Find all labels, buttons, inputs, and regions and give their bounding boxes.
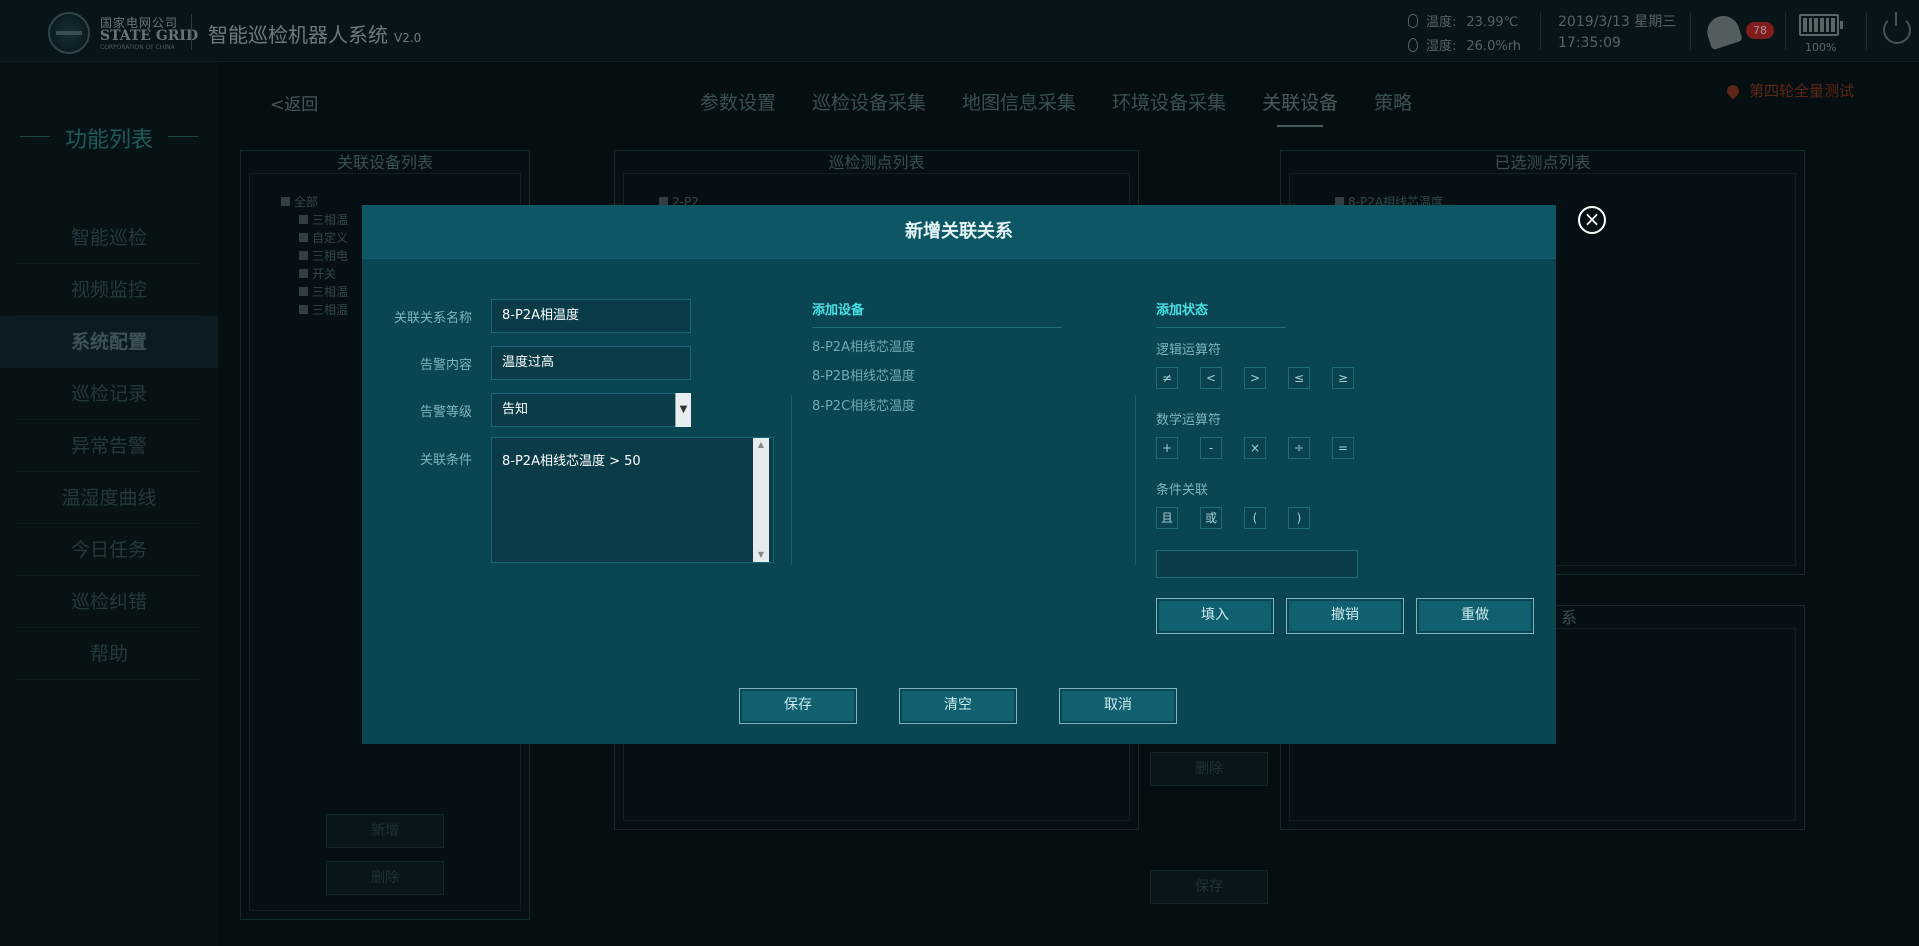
- op-divide-button[interactable]: ÷: [1288, 437, 1310, 459]
- state-value-input[interactable]: [1156, 550, 1358, 578]
- op-plus-button[interactable]: +: [1156, 437, 1178, 459]
- alarm-content-label: 告警内容: [419, 358, 472, 373]
- add-device-title: 添加设备: [812, 303, 865, 318]
- condition-scrollbar[interactable]: ▲ ▼: [753, 438, 769, 562]
- alarm-content-input[interactable]: 温度过高: [491, 346, 691, 380]
- op-less-than-button[interactable]: <: [1200, 367, 1222, 389]
- op-less-equal-button[interactable]: ≤: [1288, 367, 1310, 389]
- op-greater-than-button[interactable]: >: [1244, 367, 1266, 389]
- device-item[interactable]: 8-P2A相线芯温度: [812, 336, 915, 355]
- undo-button[interactable]: 撤销: [1286, 598, 1404, 634]
- op-equals-button[interactable]: =: [1332, 437, 1354, 459]
- alarm-level-label: 告警等级: [419, 405, 472, 420]
- op-close-paren-button[interactable]: ): [1288, 507, 1310, 529]
- device-item[interactable]: 8-P2B相线芯温度: [812, 365, 915, 384]
- condition-relation-label: 条件关联: [1156, 483, 1209, 498]
- device-item[interactable]: 8-P2C相线芯温度: [812, 395, 915, 414]
- op-minus-button[interactable]: -: [1200, 437, 1222, 459]
- relation-name-input[interactable]: 8-P2A相温度: [491, 299, 691, 333]
- alarm-level-value: 告知: [502, 402, 529, 417]
- fill-button[interactable]: 填入: [1156, 598, 1274, 634]
- op-multiply-button[interactable]: ×: [1244, 437, 1266, 459]
- save-button[interactable]: 保存: [739, 688, 857, 724]
- op-not-equal-button[interactable]: ≠: [1156, 367, 1178, 389]
- logic-operators-label: 逻辑运算符: [1156, 343, 1222, 358]
- op-or-button[interactable]: 或: [1200, 507, 1222, 529]
- condition-textarea[interactable]: 8-P2A相线芯温度 > 50: [491, 437, 774, 563]
- close-icon[interactable]: ×: [1578, 206, 1606, 234]
- cancel-button[interactable]: 取消: [1059, 688, 1177, 724]
- op-greater-equal-button[interactable]: ≥: [1332, 367, 1354, 389]
- add-state-title: 添加状态: [1156, 303, 1209, 318]
- condition-label: 关联条件: [419, 453, 472, 468]
- add-relation-dialog: 新增关联关系 关联关系名称 8-P2A相温度 告警内容 温度过高 告警等级 告知…: [362, 205, 1556, 744]
- alarm-level-select[interactable]: 告知: [491, 393, 691, 427]
- math-operators-label: 数学运算符: [1156, 413, 1222, 428]
- chevron-down-icon[interactable]: ▼: [675, 393, 691, 427]
- redo-button[interactable]: 重做: [1416, 598, 1534, 634]
- relation-name-label: 关联关系名称: [393, 311, 472, 326]
- clear-button[interactable]: 清空: [899, 688, 1017, 724]
- scroll-down-icon[interactable]: ▼: [753, 548, 769, 562]
- scroll-up-icon[interactable]: ▲: [753, 438, 769, 452]
- op-and-button[interactable]: 且: [1156, 507, 1178, 529]
- op-open-paren-button[interactable]: (: [1244, 507, 1266, 529]
- dialog-title: 新增关联关系: [362, 205, 1556, 259]
